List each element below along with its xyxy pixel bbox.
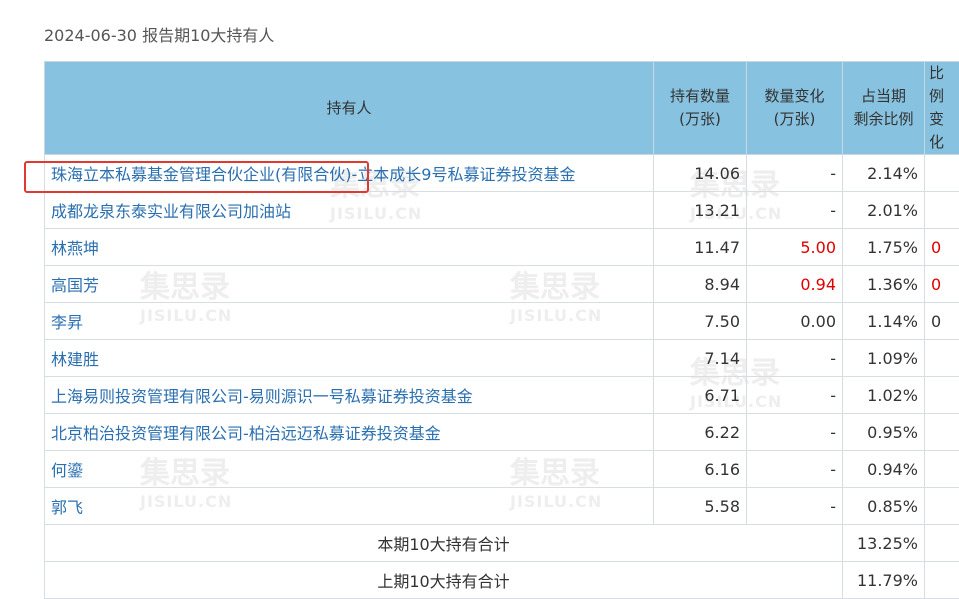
change-cell: -: [747, 192, 843, 229]
holder-cell: 林燕坤: [45, 229, 654, 266]
ratio-change-cell: 0: [925, 266, 959, 303]
holder-cell: 林建胜: [45, 340, 654, 377]
header-ratio-change[interactable]: 比例 变化: [925, 62, 959, 155]
ratio-cell: 1.09%: [843, 340, 925, 377]
top-holders-table: 持有人 持有数量 (万张) 数量变化 (万张) 占当期 剩余比例 比例 变化 珠…: [44, 61, 959, 599]
page-title: 2024-06-30 报告期10大持有人: [44, 22, 274, 46]
change-cell: 0.00: [747, 303, 843, 340]
quantity-cell: 13.21: [654, 192, 747, 229]
summary-ratio-change: [925, 562, 959, 599]
header-quantity[interactable]: 持有数量 (万张): [654, 62, 747, 155]
holder-cell: 何鎏: [45, 451, 654, 488]
table-row: 林建胜 7.14-1.09%: [45, 340, 959, 377]
ratio-change-cell: [925, 192, 959, 229]
summary-label: 上期10大持有合计: [45, 562, 843, 599]
table-row: 何鎏 6.16-0.94%: [45, 451, 959, 488]
table-header-row: 持有人 持有数量 (万张) 数量变化 (万张) 占当期 剩余比例 比例 变化: [45, 62, 959, 155]
holder-link[interactable]: 林燕坤: [51, 239, 99, 258]
ratio-change-cell: [925, 414, 959, 451]
holder-cell: 上海易则投资管理有限公司-易则源识一号私募证券投资基金: [45, 377, 654, 414]
header-ratio[interactable]: 占当期 剩余比例: [843, 62, 925, 155]
ratio-cell: 1.02%: [843, 377, 925, 414]
ratio-cell: 0.94%: [843, 451, 925, 488]
table-row: 林燕坤 11.475.001.75%0: [45, 229, 959, 266]
summary-row: 上期10大持有合计11.79%: [45, 562, 959, 599]
ratio-change-cell: [925, 340, 959, 377]
table-row: 李昇 7.500.001.14%0: [45, 303, 959, 340]
ratio-change-cell: [925, 451, 959, 488]
ratio-change-cell: 0: [925, 303, 959, 340]
quantity-cell: 14.06: [654, 155, 747, 192]
change-cell: -: [747, 488, 843, 525]
table-row: 成都龙泉东泰实业有限公司加油站 13.21-2.01%: [45, 192, 959, 229]
quantity-cell: 5.58: [654, 488, 747, 525]
summary-ratio: 11.79%: [843, 562, 925, 599]
quantity-cell: 6.71: [654, 377, 747, 414]
holder-cell: 北京柏治投资管理有限公司-柏治远迈私募证券投资基金: [45, 414, 654, 451]
quantity-cell: 6.22: [654, 414, 747, 451]
holder-link[interactable]: 郭飞: [51, 498, 83, 517]
holder-link[interactable]: 李昇: [51, 313, 83, 332]
ratio-change-cell: [925, 155, 959, 192]
header-holder[interactable]: 持有人: [45, 62, 654, 155]
holder-link[interactable]: 成都龙泉东泰实业有限公司加油站: [51, 202, 291, 221]
summary-ratio: 13.25%: [843, 525, 925, 562]
summary-row: 本期10大持有合计13.25%: [45, 525, 959, 562]
ratio-change-cell: [925, 377, 959, 414]
table-row: 高国芳 8.940.941.36%0: [45, 266, 959, 303]
quantity-cell: 8.94: [654, 266, 747, 303]
quantity-cell: 7.14: [654, 340, 747, 377]
quantity-cell: 7.50: [654, 303, 747, 340]
change-cell: -: [747, 451, 843, 488]
ratio-cell: 1.14%: [843, 303, 925, 340]
summary-ratio-change: [925, 525, 959, 562]
holder-cell: 成都龙泉东泰实业有限公司加油站: [45, 192, 654, 229]
summary-label: 本期10大持有合计: [45, 525, 843, 562]
change-cell: 5.00: [747, 229, 843, 266]
table-row: 上海易则投资管理有限公司-易则源识一号私募证券投资基金 6.71-1.02%: [45, 377, 959, 414]
ratio-cell: 1.36%: [843, 266, 925, 303]
holder-cell: 郭飞: [45, 488, 654, 525]
holder-link[interactable]: 林建胜: [51, 350, 99, 369]
change-cell: 0.94: [747, 266, 843, 303]
holder-cell: 高国芳: [45, 266, 654, 303]
ratio-cell: 0.85%: [843, 488, 925, 525]
change-cell: -: [747, 414, 843, 451]
ratio-cell: 0.95%: [843, 414, 925, 451]
quantity-cell: 6.16: [654, 451, 747, 488]
change-cell: -: [747, 340, 843, 377]
ratio-cell: 2.01%: [843, 192, 925, 229]
header-change[interactable]: 数量变化 (万张): [747, 62, 843, 155]
table-row: 北京柏治投资管理有限公司-柏治远迈私募证券投资基金 6.22-0.95%: [45, 414, 959, 451]
highlight-box: [24, 161, 369, 193]
ratio-change-cell: 0: [925, 229, 959, 266]
ratio-cell: 2.14%: [843, 155, 925, 192]
holder-link[interactable]: 北京柏治投资管理有限公司-柏治远迈私募证券投资基金: [51, 424, 441, 443]
ratio-cell: 1.75%: [843, 229, 925, 266]
table-row: 郭飞 5.58-0.85%: [45, 488, 959, 525]
ratio-change-cell: [925, 488, 959, 525]
holder-link[interactable]: 上海易则投资管理有限公司-易则源识一号私募证券投资基金: [51, 387, 473, 406]
holder-link[interactable]: 何鎏: [51, 461, 83, 480]
change-cell: -: [747, 377, 843, 414]
holder-link[interactable]: 高国芳: [51, 276, 99, 295]
holder-cell: 李昇: [45, 303, 654, 340]
change-cell: -: [747, 155, 843, 192]
quantity-cell: 11.47: [654, 229, 747, 266]
